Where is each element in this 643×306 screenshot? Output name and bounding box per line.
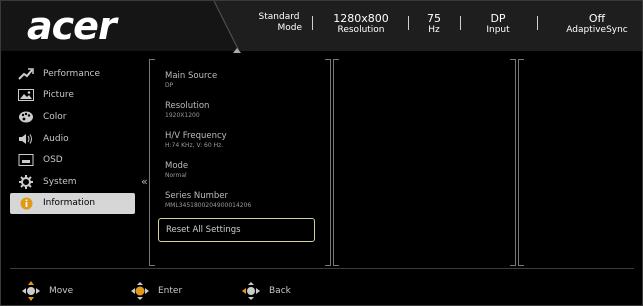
reset-all-settings-button[interactable]: Reset All Settings [158, 218, 315, 242]
back-label: Back [269, 286, 291, 296]
footer-divider [10, 268, 634, 269]
back-hint: Back [241, 279, 291, 303]
sidebar-menu: Performance Picture Color Audio OSD Syst… [10, 63, 136, 215]
info-hv-frequency: H/V Frequency H:74 KHz, V: 60 Hz. [165, 131, 315, 161]
info-icon [17, 197, 35, 210]
refresh-label: Hz [428, 25, 440, 35]
column-bracket [333, 59, 339, 266]
input-stat: DP Input [478, 12, 518, 36]
picture-icon [17, 89, 35, 102]
header-slant-divider [199, 1, 239, 51]
info-value: MML3451800204900014206 [165, 202, 252, 209]
move-hint: Move [21, 279, 73, 303]
sidebar-item-label: OSD [43, 155, 63, 166]
input-label: Input [486, 25, 510, 35]
resolution-stat: 1280x800 Resolution [321, 12, 401, 36]
mode-stat: Standard Mode [244, 12, 314, 34]
enter-hint: Enter [130, 279, 182, 303]
column-bracket [149, 59, 155, 266]
joystick-back-icon [241, 280, 261, 302]
info-resolution: Resolution 1920X1200 [165, 101, 315, 131]
mode-label: Mode [277, 23, 302, 33]
sidebar-item-osd[interactable]: OSD [10, 149, 136, 171]
info-value: H:74 KHz, V: 60 Hz. [165, 142, 224, 149]
sidebar-item-picture[interactable]: Picture [10, 85, 136, 107]
column-bracket [325, 59, 331, 266]
gear-icon [17, 174, 35, 189]
osd-screen-icon [17, 154, 35, 167]
info-mode: Mode Normal [165, 161, 315, 191]
info-main-source: Main Source DP [165, 71, 315, 101]
monitor-osd-menu: acer Standard Mode 1280x800 Resolution 7… [0, 0, 643, 306]
joystick-move-icon [21, 280, 41, 302]
resolution-value: 1280x800 [333, 12, 389, 25]
move-label: Move [49, 286, 74, 296]
resolution-label: Resolution [337, 25, 385, 35]
sidebar-item-label: Audio [43, 133, 69, 144]
sidebar-item-label: Information [43, 198, 96, 209]
column-bracket [518, 59, 524, 266]
info-label: Resolution [165, 101, 210, 111]
refresh-value: 75 [427, 12, 441, 25]
sidebar-item-system[interactable]: System [10, 171, 136, 193]
color-palette-icon [17, 111, 35, 123]
info-series-number: Series Number MML3451800204900014206 [165, 191, 315, 221]
refresh-stat: 75 Hz [419, 12, 449, 36]
enter-label: Enter [158, 286, 183, 296]
performance-icon [17, 68, 35, 80]
logo-panel: acer [1, 1, 214, 51]
info-label: Main Source [165, 71, 218, 81]
column-bracket [510, 59, 516, 266]
sidebar-item-information[interactable]: Information [10, 192, 135, 215]
info-value: 1920X1200 [165, 112, 200, 119]
sidebar-item-audio[interactable]: Audio [10, 128, 136, 150]
acer-logo: acer [27, 4, 117, 48]
info-value: Normal [165, 172, 187, 179]
information-panel: Main Source DP Resolution 1920X1200 H/V … [165, 71, 315, 221]
info-label: Series Number [165, 191, 228, 201]
sidebar-item-label: Color [43, 111, 67, 122]
header-bar: acer Standard Mode 1280x800 Resolution 7… [1, 1, 642, 51]
sidebar-item-color[interactable]: Color [10, 106, 136, 128]
sidebar-item-label: Picture [43, 90, 74, 101]
header-separator [537, 16, 538, 30]
adaptive-sync-label: AdaptiveSync [566, 25, 628, 35]
chevron-left-icon: « [141, 175, 148, 188]
speaker-icon [17, 133, 35, 145]
sidebar-item-label: Performance [43, 68, 101, 79]
sidebar-item-label: System [43, 176, 77, 187]
footer-hints: Move Enter Back [1, 279, 643, 303]
info-value: DP [165, 82, 174, 89]
scroll-up-icon[interactable] [233, 48, 241, 53]
sidebar-item-performance[interactable]: Performance [10, 63, 136, 85]
adaptive-sync-value: Off [588, 12, 606, 25]
info-label: Mode [165, 161, 189, 171]
header-separator [312, 16, 313, 30]
input-value: DP [490, 12, 506, 25]
info-label: H/V Frequency [165, 131, 227, 141]
header-separator [408, 16, 409, 30]
adaptive-sync-stat: Off AdaptiveSync [559, 12, 635, 36]
joystick-enter-icon [130, 280, 150, 302]
mode-value: Standard [258, 12, 300, 22]
header-separator [460, 16, 461, 30]
